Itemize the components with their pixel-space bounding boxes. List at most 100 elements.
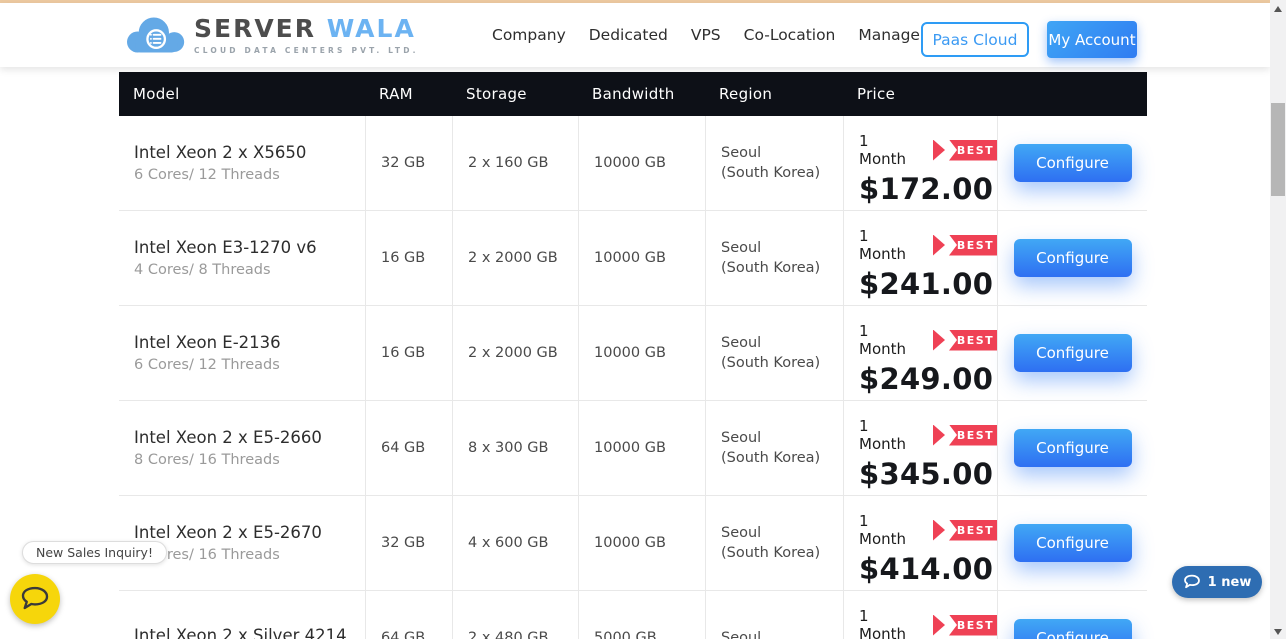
model-name: Intel Xeon 2 x Silver 4214 (134, 625, 347, 639)
model-specs: 6 Cores/ 12 Threads (134, 357, 280, 374)
logo[interactable]: SERVER WALA CLOUD DATA CENTERS PVT. LTD. (120, 9, 419, 61)
model-cell: Intel Xeon 2 x X5650 6 Cores/ 12 Threads (119, 116, 365, 210)
action-cell: Configure (997, 306, 1147, 400)
navbar: SERVER WALA CLOUD DATA CENTERS PVT. LTD.… (0, 3, 1270, 67)
best-badge: BEST (933, 614, 997, 636)
storage-cell: 2 x 2000 GB (452, 306, 578, 400)
header-ram: RAM (379, 85, 413, 103)
ram-cell: 16 GB (365, 211, 452, 305)
table-row: Intel Xeon 2 x X5650 6 Cores/ 12 Threads… (119, 116, 1147, 211)
region-cell: Seoul (South Korea) (705, 306, 843, 400)
table-row: Intel Xeon 2 x Silver 4214 64 GB 2 x 480… (119, 591, 1147, 639)
model-specs: 8 Cores/ 16 Threads (134, 547, 280, 564)
ram-cell: 32 GB (365, 496, 452, 590)
model-name: Intel Xeon 2 x X5650 (134, 142, 307, 162)
region-cell: Seoul (South Korea) (705, 211, 843, 305)
billing-period: 1 Month (859, 512, 907, 548)
action-cell: Configure (997, 116, 1147, 210)
model-specs: 6 Cores/ 12 Threads (134, 167, 280, 184)
storage-cell: 8 x 300 GB (452, 401, 578, 495)
header-action (997, 72, 1147, 116)
best-badge-ribbon-icon (933, 614, 945, 636)
model-specs: 8 Cores/ 16 Threads (134, 452, 280, 469)
my-account-button[interactable]: My Account (1047, 21, 1137, 58)
best-badge-ribbon-icon (933, 234, 945, 256)
header-price: Price (857, 85, 896, 103)
best-badge: BEST (933, 329, 997, 351)
model-name: Intel Xeon E3-1270 v6 (134, 237, 317, 257)
header-model: Model (133, 85, 180, 103)
paas-cloud-button[interactable]: Paas Cloud (921, 22, 1029, 57)
header-storage: Storage (466, 85, 527, 103)
logo-subtitle: CLOUD DATA CENTERS PVT. LTD. (194, 45, 419, 55)
chat-bubble-icon (1183, 574, 1200, 589)
nav-link-company[interactable]: Company (492, 26, 566, 44)
bandwidth-cell: 5000 GB (578, 591, 705, 639)
model-cell: Intel Xeon E-2136 6 Cores/ 12 Threads (119, 306, 365, 400)
bandwidth-cell: 10000 GB (578, 211, 705, 305)
chat-launcher-button[interactable] (10, 574, 60, 624)
scrollbar-up-arrow-icon[interactable] (1274, 6, 1282, 12)
region-cell: Seoul (South Korea) (705, 116, 843, 210)
action-cell: Configure (997, 401, 1147, 495)
chat-new-badge: 1 new (1207, 574, 1252, 590)
billing-period: 1 Month (859, 227, 907, 263)
price-value: $241.00 (859, 267, 994, 301)
storage-cell: 2 x 160 GB (452, 116, 578, 210)
nav-link-dedicated[interactable]: Dedicated (589, 26, 668, 44)
scrollbar-thumb[interactable] (1271, 103, 1285, 196)
price-value: $414.00 (859, 552, 994, 586)
configure-button[interactable]: Configure (1013, 619, 1132, 639)
price-cell: 1 Month BEST $172.00 (843, 116, 997, 210)
region-city: Seoul (721, 429, 762, 446)
billing-period: 1 Month (859, 132, 907, 168)
cloud-logo-icon (127, 17, 185, 53)
price-cell: 1 Month BEST $249.00 (843, 306, 997, 400)
logo-title: SERVER WALA (194, 13, 416, 43)
billing-period: 1 Month (859, 322, 907, 358)
storage-cell: 2 x 480 GB (452, 591, 578, 639)
pricing-table: Model RAM Storage Bandwidth Region Price… (119, 72, 1147, 639)
scrollbar-down-arrow-icon[interactable] (1274, 629, 1282, 635)
bandwidth-cell: 10000 GB (578, 496, 705, 590)
bandwidth-cell: 10000 GB (578, 116, 705, 210)
action-cell: Configure (997, 496, 1147, 590)
configure-button[interactable]: Configure (1013, 429, 1132, 467)
chat-new-message-button[interactable]: 1 new (1172, 566, 1262, 598)
region-cell: Seoul (South Korea) (705, 496, 843, 590)
ram-cell: 32 GB (365, 116, 452, 210)
model-cell: Intel Xeon E3-1270 v6 4 Cores/ 8 Threads (119, 211, 365, 305)
price-cell: 1 Month BEST $ (843, 591, 997, 639)
configure-button[interactable]: Configure (1013, 144, 1132, 182)
sales-inquiry-tooltip: New Sales Inquiry! (22, 541, 167, 564)
best-badge: BEST (933, 519, 997, 541)
model-cell: Intel Xeon 2 x E5-2660 8 Cores/ 16 Threa… (119, 401, 365, 495)
ram-cell: 64 GB (365, 401, 452, 495)
price-cell: 1 Month BEST $414.00 (843, 496, 997, 590)
best-badge: BEST (933, 234, 997, 256)
best-badge: BEST (933, 424, 997, 446)
best-badge-ribbon-icon (933, 424, 945, 446)
model-name: Intel Xeon E-2136 (134, 332, 281, 352)
configure-button[interactable]: Configure (1013, 334, 1132, 372)
price-value: $172.00 (859, 172, 994, 206)
region-country: (South Korea) (721, 450, 821, 466)
model-cell: Intel Xeon 2 x Silver 4214 (119, 591, 365, 639)
table-row: Intel Xeon E-2136 6 Cores/ 12 Threads 16… (119, 306, 1147, 401)
nav-link-vps[interactable]: VPS (691, 26, 721, 44)
bandwidth-cell: 10000 GB (578, 306, 705, 400)
region-city: Seoul (721, 239, 762, 256)
configure-button[interactable]: Configure (1013, 524, 1132, 562)
configure-button[interactable]: Configure (1013, 239, 1132, 277)
storage-cell: 2 x 2000 GB (452, 211, 578, 305)
region-cell: Seoul (South Korea) (705, 401, 843, 495)
nav-links: Company Dedicated VPS Co-Location Manage… (492, 3, 990, 67)
price-cell: 1 Month BEST $241.00 (843, 211, 997, 305)
best-badge-ribbon-icon (933, 519, 945, 541)
vertical-scrollbar[interactable] (1270, 0, 1286, 639)
region-city: Seoul (721, 524, 762, 541)
model-name: Intel Xeon 2 x E5-2660 (134, 427, 322, 447)
best-badge-ribbon-icon (933, 139, 945, 161)
nav-link-co-location[interactable]: Co-Location (744, 26, 836, 44)
speech-bubble-icon (21, 586, 49, 610)
